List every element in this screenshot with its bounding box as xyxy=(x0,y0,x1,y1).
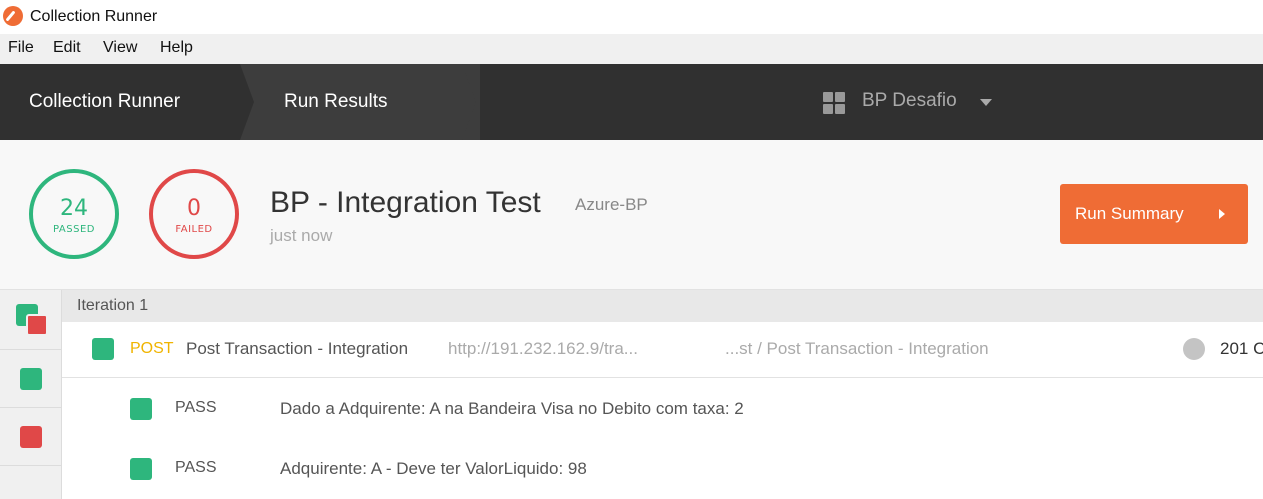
failed-counter: 0 FAILED xyxy=(149,169,239,259)
iteration-label: Iteration 1 xyxy=(77,297,149,314)
menu-bar: File Edit View Help xyxy=(0,34,1263,64)
status-square-icon xyxy=(26,314,48,336)
strip-item-fail[interactable] xyxy=(0,408,61,466)
window-title: Collection Runner xyxy=(30,8,158,25)
chevron-down-icon[interactable] xyxy=(980,99,992,106)
breadcrumb-collection-runner[interactable]: Collection Runner xyxy=(0,64,240,140)
strip-item-pass[interactable] xyxy=(0,350,61,408)
request-status-strip xyxy=(0,290,62,499)
status-square-icon xyxy=(130,398,152,420)
run-time: just now xyxy=(270,226,333,245)
test-name: Adquirente: A - Deve ter ValorLiquido: 9… xyxy=(280,459,587,478)
response-status: 201 C xyxy=(1220,339,1263,358)
app-logo-icon xyxy=(3,6,23,26)
status-square-icon xyxy=(130,458,152,480)
runner-header: Run Results Collection Runner BP Desafio xyxy=(0,64,1263,140)
passed-count: 24 xyxy=(60,196,88,221)
iteration-header: Iteration 1 xyxy=(62,290,1263,322)
menu-edit[interactable]: Edit xyxy=(53,39,81,57)
passed-counter: 24 PASSED xyxy=(29,169,119,259)
status-square-icon xyxy=(92,338,114,360)
test-name: Dado a Adquirente: A na Bandeira Visa no… xyxy=(280,399,744,418)
menu-file[interactable]: File xyxy=(8,39,34,57)
run-summary-button[interactable]: Run Summary xyxy=(1060,184,1248,244)
request-path: ...st / Post Transaction - Integration xyxy=(725,339,989,358)
play-triangle-icon xyxy=(1219,209,1225,219)
request-name: Post Transaction - Integration xyxy=(186,339,409,358)
request-row[interactable]: POST Post Transaction - Integration http… xyxy=(62,322,1263,378)
failed-count: 0 xyxy=(187,196,201,221)
run-summary-label: Run Summary xyxy=(1075,204,1184,223)
test-status: PASS xyxy=(175,459,217,476)
title-bar: Collection Runner xyxy=(0,0,1263,34)
menu-view[interactable]: View xyxy=(103,39,137,57)
strip-item-iteration[interactable] xyxy=(0,290,61,350)
test-row: PASS Adquirente: A - Deve ter ValorLiqui… xyxy=(62,439,1263,499)
test-status: PASS xyxy=(175,399,217,416)
request-url: http://191.232.162.9/tra... xyxy=(448,339,638,358)
breadcrumb-run-results[interactable]: Run Results xyxy=(240,64,480,140)
request-method: POST xyxy=(130,340,174,357)
run-summary-panel: 24 PASSED 0 FAILED BP - Integration Test… xyxy=(0,140,1263,290)
menu-help[interactable]: Help xyxy=(160,39,193,57)
environment-name: Azure-BP xyxy=(575,195,648,214)
workspace-grid-icon[interactable] xyxy=(823,92,845,114)
collection-title: BP - Integration Test xyxy=(270,186,541,219)
passed-label: PASSED xyxy=(53,224,95,235)
status-square-icon xyxy=(20,368,42,390)
status-dot-icon xyxy=(1183,338,1205,360)
breadcrumb-separator xyxy=(240,64,254,140)
workspace-name[interactable]: BP Desafio xyxy=(862,90,957,112)
breadcrumb-separator xyxy=(462,64,476,140)
test-row: PASS Dado a Adquirente: A na Bandeira Vi… xyxy=(62,379,1263,439)
status-square-icon xyxy=(20,426,42,448)
failed-label: FAILED xyxy=(175,224,213,235)
